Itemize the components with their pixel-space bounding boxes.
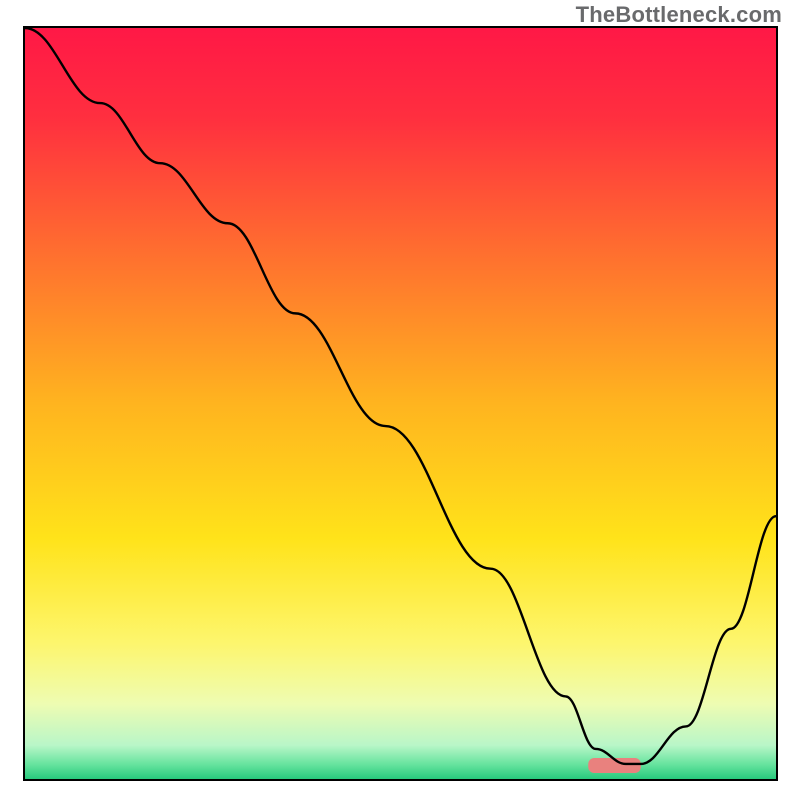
chart-svg [25,28,776,779]
plot-area [23,26,778,781]
watermark-label: TheBottleneck.com [576,2,782,28]
chart-frame: TheBottleneck.com [0,0,800,800]
gradient-background [25,28,776,779]
